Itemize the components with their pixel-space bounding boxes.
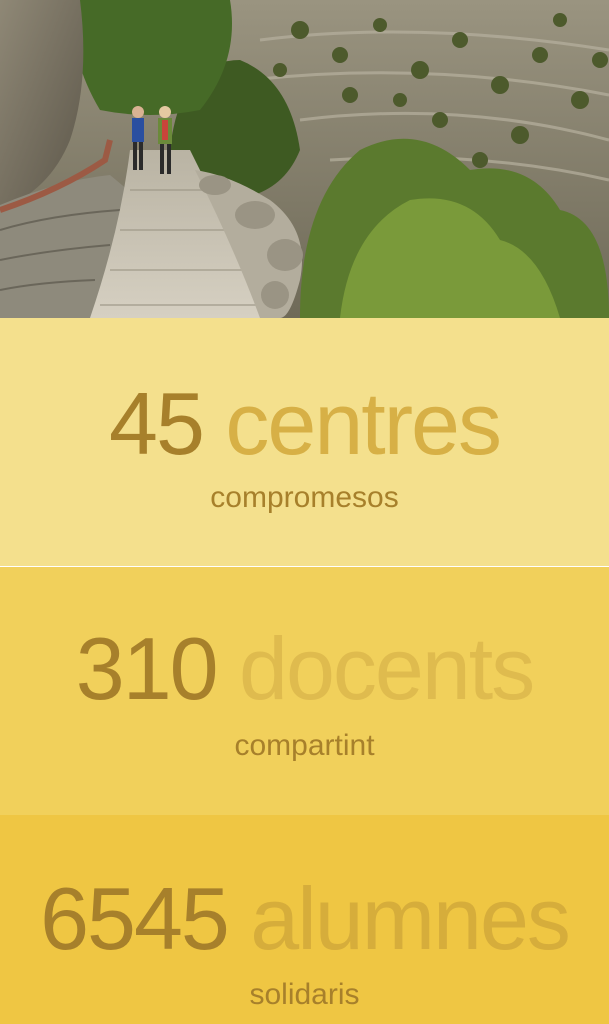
stat-number: 45 xyxy=(109,374,205,473)
stat-headline: 6545 alumnes xyxy=(0,875,609,963)
stat-headline: 310 docents xyxy=(0,625,609,713)
stat-caption: compromesos xyxy=(210,481,399,514)
stat-block-alumnes: 6545 alumnes solidaris xyxy=(0,815,609,1024)
stat-block-centres: 45 centres compromesos xyxy=(0,318,609,566)
stat-caption: solidaris xyxy=(249,978,360,1011)
stat-unit: alumnes xyxy=(250,869,571,968)
infographic-page: 45 centres compromesos 310 docents compa… xyxy=(0,0,609,1024)
stat-block-docents: 310 docents compartint xyxy=(0,567,609,815)
stat-caption: compartint xyxy=(234,729,375,762)
stat-unit: docents xyxy=(239,619,535,718)
stat-unit: centres xyxy=(225,374,502,473)
stat-headline: 45 centres xyxy=(0,380,609,468)
hero-photo xyxy=(0,0,609,318)
stat-number: 310 xyxy=(75,619,219,718)
hero-photo-illustration xyxy=(0,0,609,318)
stat-number: 6545 xyxy=(40,869,230,968)
